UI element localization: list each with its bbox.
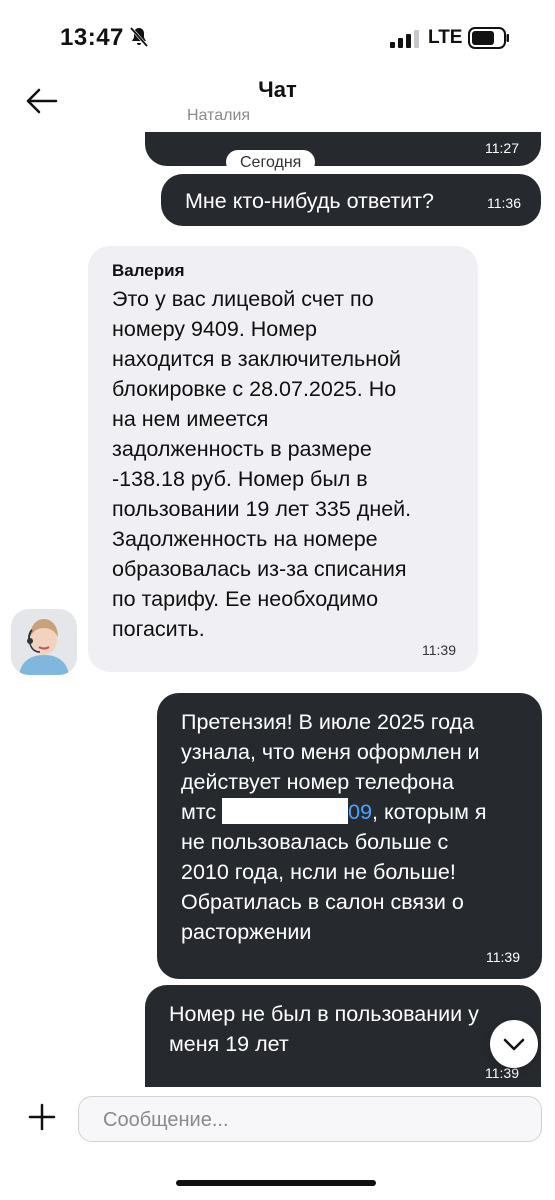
status-bar: 13:47 LTE [0, 0, 555, 76]
message-text: Мне кто-нибудь ответит? [185, 189, 434, 213]
message-text: Это у вас лицевой счет по номеру 9409. Н… [112, 287, 412, 641]
status-time: 13:47 [60, 24, 124, 51]
phone-link[interactable]: 09 [348, 800, 372, 824]
message-outgoing: Номер не был в пользовании у меня 19 лет… [145, 985, 541, 1087]
operator-avatar-icon [11, 609, 77, 675]
message-time: 11:36 [487, 195, 521, 211]
message-time: 11:39 [422, 642, 456, 658]
page-title: Чат [258, 77, 297, 102]
message-feed[interactable]: 11:27 Мне кто-нибудь ответит? 11:36 Вале… [0, 132, 555, 1087]
message-input[interactable] [101, 1097, 535, 1143]
redacted-number [222, 798, 349, 824]
bell-muted-icon [129, 27, 149, 47]
scroll-down-button[interactable] [490, 1020, 538, 1068]
battery-icon [468, 27, 509, 49]
message-incoming: Валерия Это у вас лицевой счет по номеру… [88, 246, 478, 672]
message-text: Номер не был в пользовании у меня 19 лет [169, 1002, 479, 1056]
chat-subtitle: Наталия [187, 107, 251, 124]
signal-icon [390, 30, 419, 48]
date-separator: Сегодня [226, 150, 316, 174]
network-type: LTE [428, 27, 463, 48]
message-outgoing: Мне кто-нибудь ответит? 11:36 [161, 174, 541, 226]
home-indicator [176, 1180, 376, 1186]
sender-name: Валерия [112, 261, 185, 280]
plus-icon[interactable] [24, 1099, 60, 1135]
message-time: 11:27 [485, 140, 519, 156]
chevron-down-icon [503, 1038, 525, 1051]
message-outgoing: Претензия! В июле 2025 года узнала, что … [157, 693, 542, 979]
message-text: Претензия! В июле 2025 года узнала, что … [181, 710, 487, 944]
message-outgoing: 11:27 [145, 132, 541, 166]
message-time: 11:39 [486, 949, 520, 965]
message-input-wrapper[interactable] [78, 1096, 542, 1143]
avatar[interactable] [11, 609, 77, 675]
